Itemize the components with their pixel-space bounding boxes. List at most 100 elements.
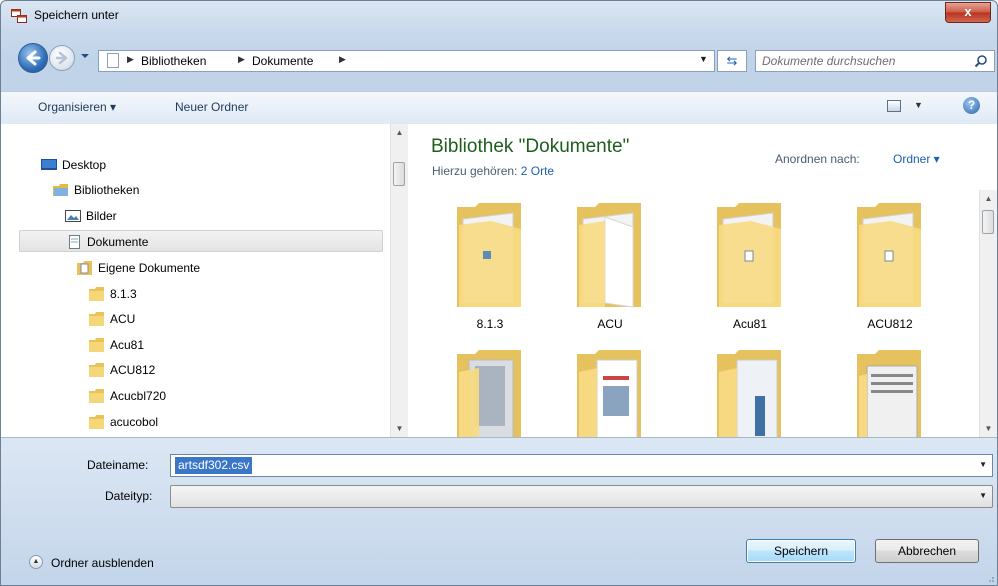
filename-input[interactable]: artsdf302.csv [175,457,253,474]
scroll-thumb[interactable] [393,162,405,186]
tree-item-label: Bibliotheken [74,183,140,197]
resize-grip-icon[interactable] [985,573,995,583]
folder-large-icon [457,203,521,307]
tree-item-acucobol[interactable]: acucobol [89,411,158,433]
folder-icon [89,414,104,429]
folder-large-icon [577,203,641,308]
filetype-select[interactable]: ▼ [170,485,993,508]
desktop-icon [41,158,57,170]
folder-large-icon [717,350,781,437]
pictures-library-icon [65,209,81,222]
folder-large-icon [457,350,521,437]
folder-icon [89,286,104,301]
filename-label: Dateiname: [87,458,149,472]
search-icon[interactable] [974,54,988,68]
folder-tile-label: ACU [597,317,623,331]
filetype-label: Dateityp: [105,489,153,503]
tree-item-acu81[interactable]: Acu81 [89,334,144,356]
tree-item-label: Acucbl720 [110,389,167,403]
breadcrumb-separator-icon[interactable]: ▶ [339,54,346,65]
folder-tile-acu[interactable]: ACU [555,199,665,331]
tree-item-acucbl720[interactable]: Acucbl720 [89,385,166,407]
folder-icon [89,337,104,352]
tree-item-8-1-3[interactable]: 8.1.3 [89,283,137,305]
breadcrumb-separator-icon[interactable]: ▶ [238,54,245,65]
collapse-icon: ▲ [29,555,43,569]
change-view-icon[interactable] [887,100,901,112]
document-library-icon [107,53,119,68]
tree-item-label: acucobol [110,415,159,429]
arrange-by-dropdown[interactable]: Ordner ▾ [893,152,940,166]
folder-tile-label: ACU812 [867,317,913,331]
tree-item-acu[interactable]: ACU [89,308,135,330]
tree-item-bilder[interactable]: Bilder [65,205,117,227]
filename-combobox[interactable]: artsdf302.csv ▼ [170,454,993,477]
title-bar: Speichern unter x [1,1,997,31]
folder-large-icon [577,350,641,437]
scroll-thumb[interactable] [982,210,994,234]
folder-icon [89,388,104,403]
save-button[interactable]: Speichern [746,539,856,563]
folder-icon [89,311,104,326]
folder-large-icon [857,203,921,307]
organize-menu[interactable]: Organisieren ▾ [38,100,116,114]
folder-tile-acu81[interactable]: Acu81 [695,199,805,331]
folder-tile[interactable] [835,346,945,437]
folder-tile-8-1-3[interactable]: 8.1.3 [435,199,545,331]
files-scrollbar[interactable]: ▲ ▼ [979,190,997,437]
arrange-by-label: Anordnen nach: [775,152,860,166]
close-button[interactable]: x [945,2,991,23]
hide-folders-label: Ordner ausblenden [51,556,154,570]
documents-library-icon [69,234,80,249]
library-title: Bibliothek "Dokumente" [431,136,630,157]
breadcrumb-bibliotheken[interactable]: Bibliotheken [141,54,206,68]
navigation-tree: Desktop Bibliotheken Bilder Dokumente Ei… [1,124,390,437]
window-title: Speichern unter [34,8,119,22]
scroll-down-icon[interactable]: ▼ [391,420,408,437]
arrow-right-icon [55,51,68,65]
filename-dropdown-icon[interactable]: ▼ [979,460,987,469]
tree-item-label: ACU [110,312,136,326]
view-options-dropdown-icon[interactable]: ▼ [914,100,923,110]
breadcrumb-separator-icon[interactable]: ▶ [127,54,134,65]
cancel-button[interactable]: Abbrechen [875,539,979,563]
address-bar[interactable]: ▶ Bibliotheken ▶ Dokumente ▶ ▼ [98,50,715,72]
breadcrumb-dokumente[interactable]: Dokumente [252,54,313,68]
scroll-up-icon[interactable]: ▲ [980,190,997,207]
save-form: Dateiname: artsdf302.csv ▼ Dateityp: ▼ ▲… [1,437,997,585]
tree-item-label: Bilder [86,209,117,223]
help-icon[interactable]: ? [963,97,980,114]
folder-tile[interactable] [695,346,805,437]
back-button[interactable] [18,43,48,73]
tree-item-acu812[interactable]: ACU812 [89,359,155,381]
tree-item-label: 8.1.3 [110,287,137,301]
filetype-dropdown-icon[interactable]: ▼ [979,491,987,500]
library-subtitle-prefix: Hierzu gehören: [432,164,518,178]
tree-item-bibliotheken[interactable]: Bibliotheken [53,179,139,201]
folder-tile-acu812[interactable]: ACU812 [835,199,945,331]
tree-scrollbar[interactable]: ▲ ▼ [390,124,408,437]
folder-tile[interactable] [555,346,665,437]
library-locations-link[interactable]: 2 Orte [521,164,554,178]
tree-item-eigene-dokumente[interactable]: Eigene Dokumente [77,257,200,279]
library-subtitle: Hierzu gehören: 2 Orte [432,164,554,178]
arrow-left-icon [26,50,41,66]
main-content: Desktop Bibliotheken Bilder Dokumente Ei… [1,124,997,437]
address-dropdown-icon[interactable]: ▼ [699,54,708,64]
scroll-up-icon[interactable]: ▲ [391,124,408,141]
recent-pages-dropdown[interactable] [77,46,93,66]
folder-tile[interactable] [435,346,545,437]
scroll-down-icon[interactable]: ▼ [980,420,997,437]
search-input[interactable] [762,52,962,70]
folder-large-icon [717,203,781,307]
folder-tile-label: 8.1.3 [476,317,504,331]
tree-item-label: Dokumente [87,235,149,249]
folder-icon [89,362,104,377]
tree-item-dokumente[interactable]: Dokumente [19,230,383,252]
tree-item-desktop[interactable]: Desktop [41,154,106,176]
new-folder-button[interactable]: Neuer Ordner [175,100,248,114]
save-as-dialog: Speichern unter x ▶ Bibliotheken ▶ Dokum… [0,0,998,586]
refresh-button[interactable]: ⇆ [717,50,747,72]
forward-button[interactable] [49,45,75,71]
documents-folder-icon [77,260,92,275]
